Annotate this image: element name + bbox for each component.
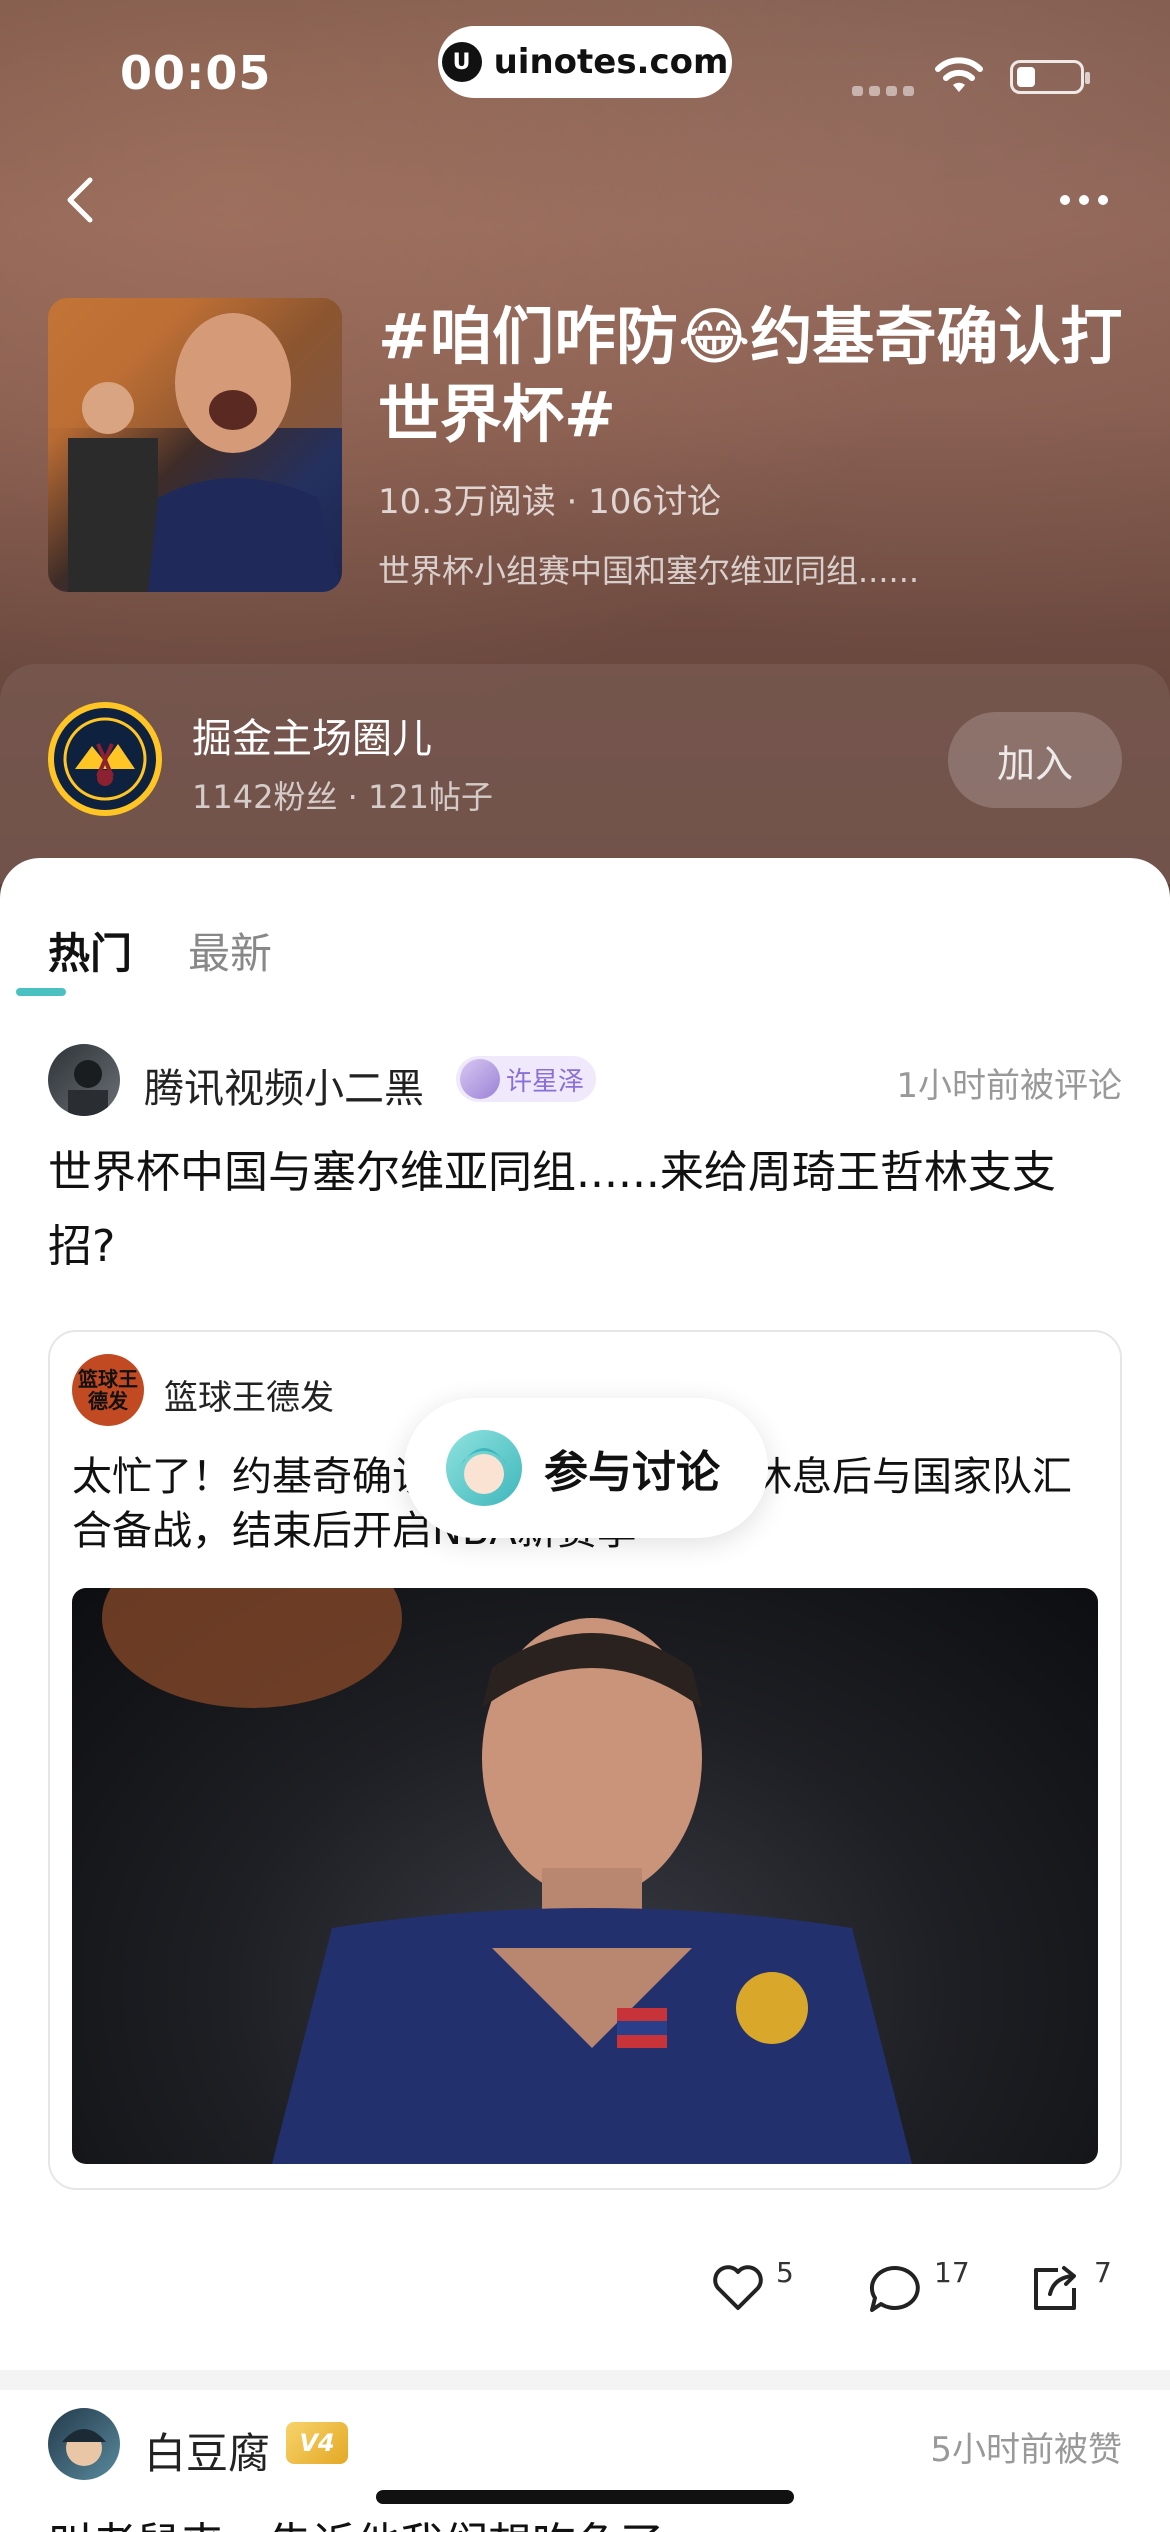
heart-icon — [713, 2265, 763, 2310]
more-dots-icon[interactable] — [1060, 170, 1130, 230]
post-text[interactable]: 世界杯中国与塞尔维亚同组......来给周琦王哲林支支招? — [48, 1136, 1122, 1284]
post-author-name[interactable]: 腾讯视频小二黑 — [144, 1056, 424, 1114]
url-text: uinotes.com — [493, 42, 729, 82]
home-indicator — [376, 2490, 794, 2504]
uinotes-logo-icon: U — [441, 42, 482, 82]
post-time: 5小时前被赞 — [930, 2430, 1122, 2470]
post-actions: 5 17 7 — [0, 2252, 1170, 2332]
like-count: 5 — [776, 2256, 794, 2289]
topic-title: #咱们咋防😂约基奇确认打世界杯# — [378, 300, 1123, 451]
wifi-icon — [935, 57, 983, 92]
badge-avatar-icon — [460, 1059, 500, 1099]
quote-image[interactable] — [72, 1588, 1098, 2164]
post-text[interactable]: 叫老鼠来，告诉他我们想吃鱼了 — [48, 2508, 664, 2532]
chevron-left-icon[interactable] — [54, 170, 114, 230]
join-circle-button[interactable]: 加入 — [948, 712, 1122, 808]
tab-latest[interactable]: 最新 — [188, 920, 272, 981]
avatar[interactable] — [48, 2408, 120, 2480]
feed-panel: 热门 最新 腾讯视频小二黑 许星泽 1小时前被评论 世界杯中国与塞尔维亚同组..… — [0, 858, 1170, 2532]
join-discussion-label: 参与讨论 — [544, 1447, 720, 1498]
circle-stats: 1142粉丝 · 121帖子 — [192, 778, 494, 816]
top-nav — [0, 160, 1170, 240]
badge-label: 许星泽 — [506, 1066, 585, 1097]
comment-count: 17 — [934, 2256, 970, 2289]
post-author-name[interactable]: 白豆腐 — [144, 2420, 270, 2481]
post-time: 1小时前被评论 — [896, 1066, 1122, 1106]
comment-action[interactable]: 17 — [866, 2256, 970, 2316]
topic-stats: 10.3万阅读 · 106讨论 — [378, 482, 722, 522]
post-divider — [0, 2370, 1170, 2390]
cellular-signal-icon — [852, 86, 914, 96]
tab-hot[interactable]: 热门 — [48, 920, 132, 981]
feed-tabs: 热门 最新 — [48, 920, 272, 981]
share-icon — [1034, 2266, 1076, 2310]
comment-icon — [869, 2265, 920, 2312]
quote-avatar: 篮球王德发 — [72, 1354, 144, 1426]
url-pill[interactable]: U uinotes.com — [438, 26, 732, 98]
circle-card[interactable]: 掘金主场圈儿 1142粉丝 · 121帖子 加入 — [0, 664, 1170, 884]
nuggets-logo-icon — [48, 702, 162, 816]
post-author-row: 腾讯视频小二黑 许星泽 1小时前被评论 — [48, 1044, 1122, 1118]
share-count: 7 — [1094, 2256, 1112, 2289]
topic-description[interactable]: 世界杯小组赛中国和塞尔维亚同组...... — [378, 546, 1138, 592]
battery-icon — [1010, 60, 1090, 94]
share-action[interactable]: 7 — [1028, 2256, 1112, 2316]
quote-author-name: 篮球王德发 — [164, 1378, 334, 1418]
active-tab-indicator — [16, 988, 66, 996]
status-bar: 00:05 U uinotes.com — [0, 0, 1170, 150]
like-action[interactable]: 5 — [710, 2256, 794, 2314]
avatar[interactable] — [48, 1044, 120, 1116]
topic-thumbnail — [48, 298, 342, 592]
vip-badge: V4 — [286, 2422, 348, 2464]
status-time: 00:05 — [120, 46, 272, 100]
circle-name: 掘金主场圈儿 — [192, 716, 432, 762]
join-discussion-button[interactable]: 参与讨论 — [404, 1398, 768, 1538]
mascot-avatar-icon — [446, 1430, 522, 1506]
user-badge: 许星泽 — [456, 1056, 597, 1102]
